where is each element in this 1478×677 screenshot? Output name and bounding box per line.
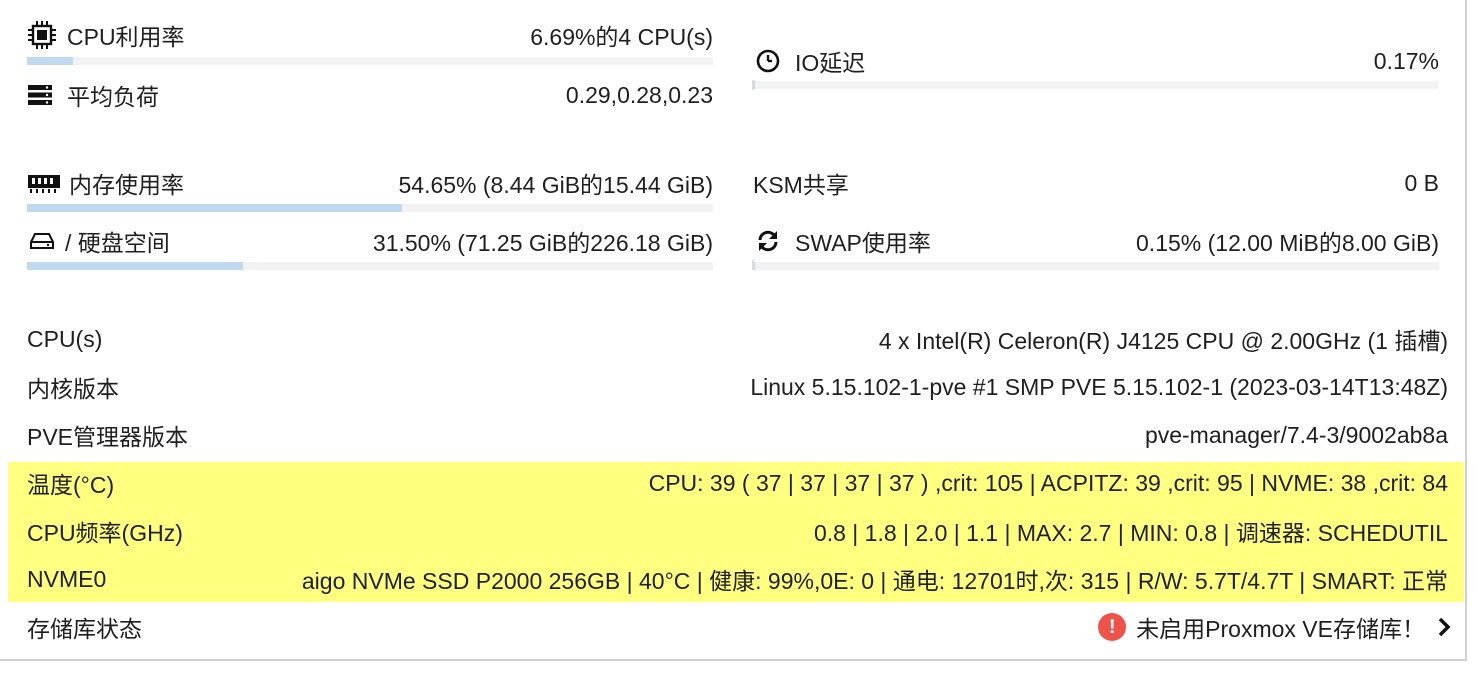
cpu-usage-value: 6.69%的4 CPU(s)	[530, 24, 713, 50]
info-value: Linux 5.15.102-1-pve #1 SMP PVE 5.15.102…	[750, 373, 1448, 400]
io-delay-row: IO延迟 0.17%	[753, 44, 1439, 78]
swap-usage-value: 0.15% (12.00 MiB的8.00 GiB)	[1136, 230, 1439, 256]
info-label: 内核版本	[27, 376, 119, 402]
swap-usage-row: SWAP使用率 0.15% (12.00 MiB的8.00 GiB)	[753, 224, 1439, 258]
clock-icon	[753, 46, 783, 76]
server-stack-icon	[27, 80, 53, 110]
cpu-chip-icon	[27, 20, 57, 50]
info-value: aigo NVMe SSD P2000 256GB | 40°C | 健康: 9…	[301, 568, 1448, 594]
io-delay-value: 0.17%	[1373, 47, 1439, 74]
info-row-kernel: 内核版本 Linux 5.15.102-1-pve #1 SMP PVE 5.1…	[27, 370, 1448, 404]
swap-usage-bar-fill	[754, 262, 756, 270]
info-row-pve-manager: PVE管理器版本 pve-manager/7.4-3/9002ab8a	[27, 418, 1448, 452]
exclamation-circle-icon: !	[1098, 613, 1127, 641]
info-row-temperature: 温度(°C) CPU: 39 ( 37 | 37 | 37 | 37 ) ,cr…	[27, 466, 1448, 500]
io-delay-bar-fill	[754, 81, 756, 89]
info-value: CPU: 39 ( 37 | 37 | 37 | 37 ) ,crit: 105…	[648, 469, 1448, 496]
info-label: CPU频率(GHz)	[27, 520, 183, 546]
io-delay-bar	[754, 81, 1439, 89]
info-label: 温度(°C)	[27, 472, 115, 498]
info-row-repository-status: 存储库状态 ! 未启用Proxmox VE存储库！	[27, 610, 1451, 644]
memory-usage-bar	[27, 204, 713, 212]
ksm-sharing-row: KSM共享 0 B	[753, 166, 1439, 200]
ksm-sharing-value: 0 B	[1404, 169, 1439, 196]
io-delay-label: IO延迟	[795, 50, 866, 76]
memory-usage-value: 54.65% (8.44 GiB的15.44 GiB)	[398, 172, 714, 198]
disk-space-bar	[27, 262, 713, 270]
cpu-usage-row: CPU利用率 6.69%的4 CPU(s)	[27, 18, 713, 52]
repository-status-value: 未启用Proxmox VE存储库！	[1136, 616, 1425, 642]
memory-usage-row: 内存使用率 54.65% (8.44 GiB的15.44 GiB)	[27, 166, 713, 200]
info-label: CPU(s)	[27, 325, 103, 352]
chevron-right-icon	[1437, 616, 1451, 638]
info-value: pve-manager/7.4-3/9002ab8a	[1144, 421, 1448, 448]
repository-status-label: 存储库状态	[27, 616, 142, 642]
hard-drive-icon	[27, 226, 57, 256]
disk-space-row: / 硬盘空间 31.50% (71.25 GiB的226.18 GiB)	[27, 224, 713, 258]
info-value: 0.8 | 1.8 | 2.0 | 1.1 | MAX: 2.7 | MIN: …	[813, 520, 1448, 546]
disk-space-label: / 硬盘空间	[65, 230, 170, 256]
cpu-usage-label: CPU利用率	[67, 24, 185, 50]
info-value: 4 x Intel(R) Celeron(R) J4125 CPU @ 2.00…	[878, 328, 1448, 354]
load-average-label: 平均负荷	[67, 84, 159, 110]
info-label: NVME0	[27, 565, 107, 592]
load-average-row: 平均负荷 0.29,0.28,0.23	[27, 78, 713, 112]
info-row-cpu-frequency: CPU频率(GHz) 0.8 | 1.8 | 2.0 | 1.1 | MAX: …	[27, 514, 1448, 548]
info-label: PVE管理器版本	[27, 424, 189, 450]
disk-space-value: 31.50% (71.25 GiB的226.18 GiB)	[372, 230, 713, 256]
swap-usage-bar	[754, 262, 1439, 270]
memory-icon	[27, 168, 61, 198]
info-row-cpus: CPU(s) 4 x Intel(R) Celeron(R) J4125 CPU…	[27, 322, 1448, 356]
info-row-nvme0: NVME0 aigo NVMe SSD P2000 256GB | 40°C |…	[27, 562, 1448, 596]
cpu-usage-bar	[27, 57, 713, 65]
cpu-usage-bar-fill	[27, 57, 73, 65]
ksm-sharing-label: KSM共享	[753, 172, 849, 198]
load-average-value: 0.29,0.28,0.23	[565, 81, 713, 108]
memory-usage-bar-fill	[27, 204, 402, 212]
memory-usage-label: 内存使用率	[69, 172, 184, 198]
repository-status-link[interactable]: ! 未启用Proxmox VE存储库！	[1098, 610, 1451, 644]
disk-space-bar-fill	[27, 262, 244, 270]
swap-usage-label: SWAP使用率	[795, 230, 931, 256]
refresh-icon	[753, 226, 783, 256]
